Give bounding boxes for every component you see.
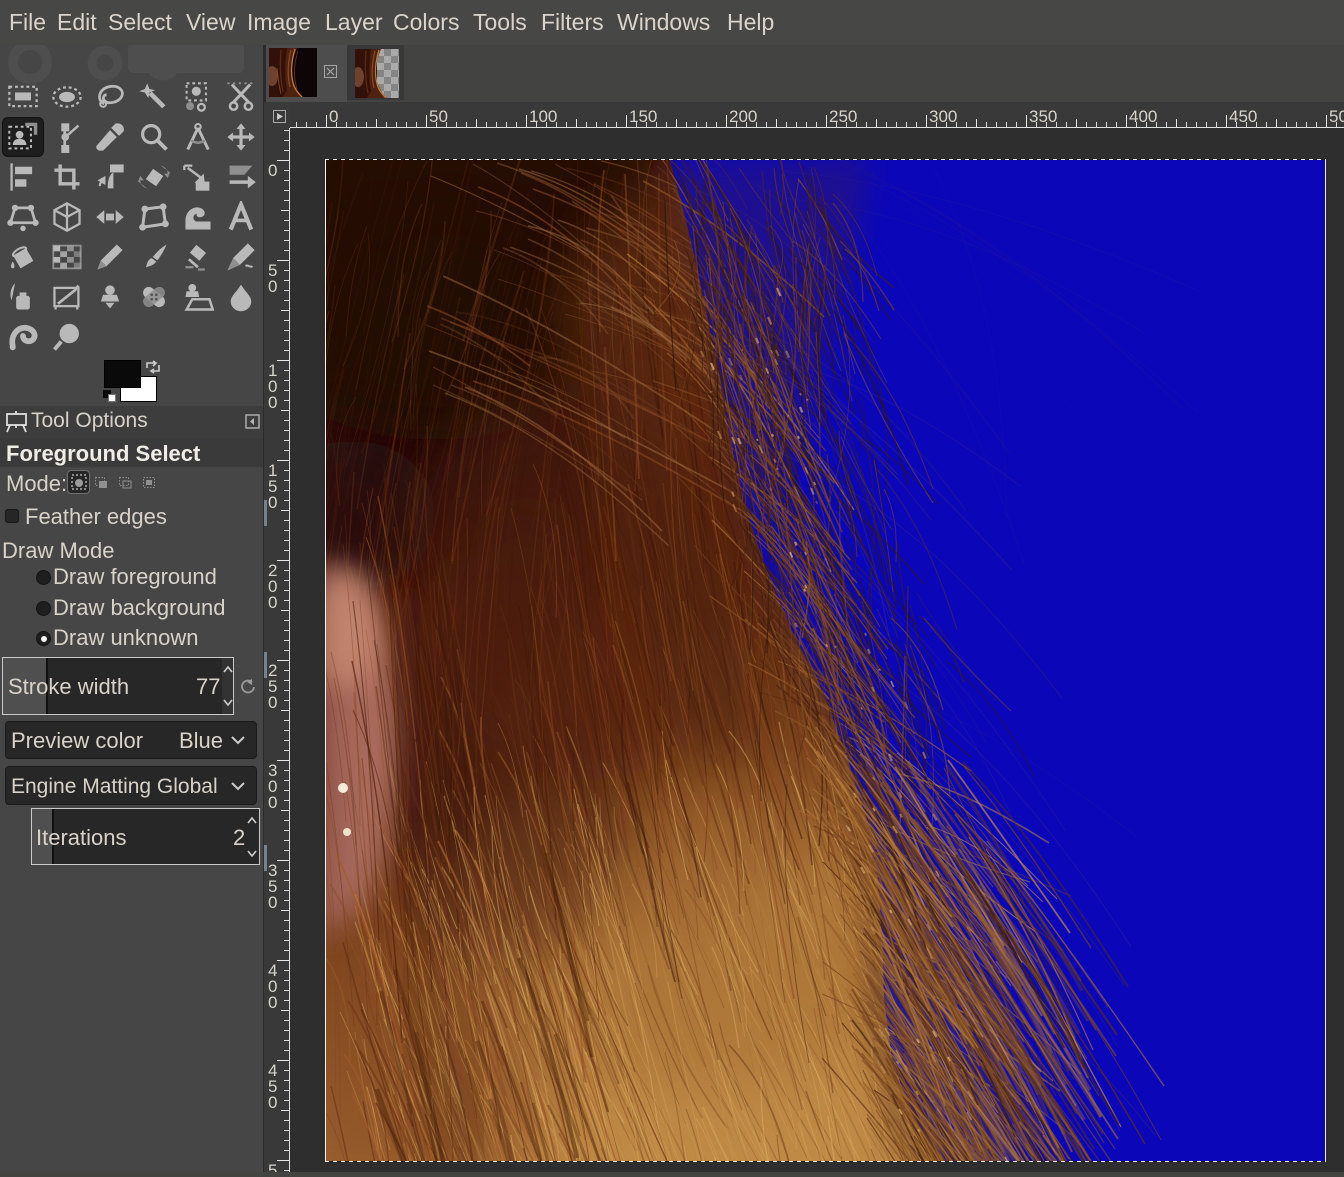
svg-text:150: 150 <box>629 107 657 126</box>
svg-text:300: 300 <box>929 107 957 126</box>
svg-text:350: 350 <box>1029 107 1057 126</box>
svg-text:0: 0 <box>268 277 277 296</box>
svg-text:0: 0 <box>268 161 277 180</box>
svg-text:0: 0 <box>329 107 338 126</box>
svg-text:0: 0 <box>268 493 277 512</box>
svg-text:50: 50 <box>429 107 448 126</box>
svg-text:0: 0 <box>268 893 277 912</box>
svg-text:250: 250 <box>829 107 857 126</box>
svg-text:5: 5 <box>268 1161 277 1172</box>
svg-text:100: 100 <box>529 107 557 126</box>
svg-text:0: 0 <box>268 393 277 412</box>
svg-text:200: 200 <box>729 107 757 126</box>
svg-text:0: 0 <box>268 993 277 1012</box>
svg-text:0: 0 <box>268 793 277 812</box>
svg-text:0: 0 <box>268 1093 277 1112</box>
svg-text:450: 450 <box>1229 107 1257 126</box>
svg-text:0: 0 <box>268 593 277 612</box>
svg-text:0: 0 <box>268 693 277 712</box>
svg-text:400: 400 <box>1129 107 1157 126</box>
